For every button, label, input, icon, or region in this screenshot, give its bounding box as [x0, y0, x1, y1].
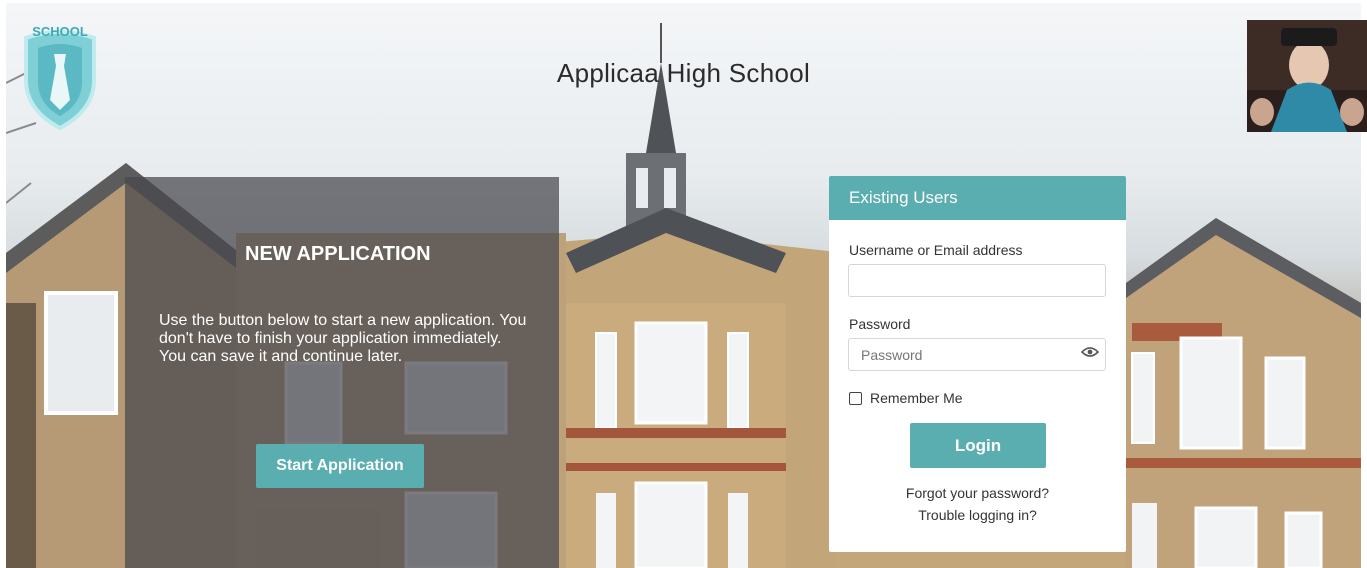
login-card: Existing Users Username or Email address…	[829, 176, 1126, 552]
trouble-logging-in-link[interactable]: Trouble logging in?	[829, 507, 1126, 523]
remember-me-checkbox[interactable]	[849, 391, 862, 405]
avatar-image	[1247, 20, 1367, 132]
existing-users-header: Existing Users	[829, 176, 1126, 220]
password-input[interactable]	[848, 338, 1106, 371]
show-password-icon[interactable]	[1081, 346, 1099, 358]
forgot-password-link[interactable]: Forgot your password?	[829, 485, 1126, 501]
start-application-button[interactable]: Start Application	[256, 444, 424, 488]
new-application-description: Use the button below to start a new appl…	[159, 312, 527, 365]
page-title: Applicaa High School	[556, 58, 811, 88]
username-input[interactable]	[848, 264, 1106, 297]
password-label: Password	[849, 316, 911, 332]
remember-me-row[interactable]: Remember Me	[849, 390, 963, 406]
new-application-heading: NEW APPLICATION	[245, 243, 431, 265]
username-label: Username or Email address	[849, 242, 1023, 258]
user-avatar[interactable]	[1247, 20, 1367, 132]
login-button[interactable]: Login	[910, 423, 1046, 468]
page: SCHOOL Applicaa High School NEW APPLICAT…	[0, 0, 1367, 568]
logo-text: SCHOOL	[32, 24, 88, 39]
new-application-panel: NEW APPLICATION Use the button below to …	[125, 177, 559, 568]
remember-me-label: Remember Me	[870, 390, 963, 406]
